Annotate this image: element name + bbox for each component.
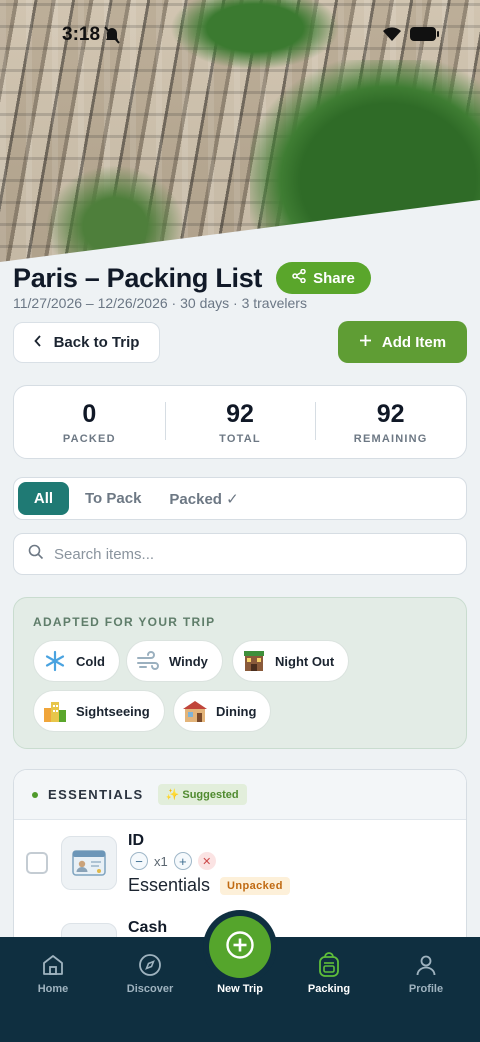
page-title: Paris – Packing List [13,262,263,293]
chip-windy[interactable]: Windy [126,640,223,682]
increment-button[interactable]: + [173,852,192,870]
nav-label: Packing [307,983,351,995]
nav-label: Discover [126,983,174,995]
search-box [13,533,467,575]
search-input[interactable] [54,545,434,563]
wind-icon [135,648,161,674]
stat-value: 0 [82,399,97,428]
stat-packed: 0 PACKED [14,400,165,445]
battery-icon [410,26,440,47]
wifi-icon [382,26,402,47]
nav-home[interactable]: Home [8,951,98,995]
stat-remaining: 92 REMAINING [315,400,466,445]
chip-label: Night Out [275,653,335,669]
back-to-trip-button[interactable]: Back to Trip [13,322,160,363]
nav-profile[interactable]: Profile [381,951,471,995]
snowflake-icon [42,648,68,674]
tab-packed[interactable]: Packed ✓ [157,482,250,516]
trip-subtitle: 11/27/2026 – 12/26/2026 · 30 days · 3 tr… [13,295,307,311]
nav-label: Profile [408,983,444,995]
chip-night-out[interactable]: Night Out [232,640,350,682]
city-icon [42,698,68,724]
chip-label: Dining [216,703,257,719]
add-label: Add Item [381,333,447,351]
tab-all[interactable]: All [18,482,69,515]
chip-cold[interactable]: Cold [33,640,120,682]
nav-packing[interactable]: Packing [284,951,374,995]
chevron-left-icon [33,334,42,351]
item-checkbox[interactable] [26,852,48,874]
share-button[interactable]: Share [276,262,371,294]
stat-value: 92 [226,399,254,428]
backpack-icon [284,951,374,979]
stats-card: 0 PACKED 92 TOTAL 92 REMAINING [13,385,467,459]
quantity-stepper: − x1 + ✕ [130,852,216,870]
decrement-button[interactable]: − [130,852,148,870]
chip-label: Cold [76,653,105,669]
plus-circle-icon [225,930,255,965]
item-name: Cash [128,919,168,936]
category-header[interactable]: ESSENTIALS ✨ Suggested [14,770,466,820]
stat-total: 92 TOTAL [164,399,316,445]
new-trip-label: New Trip [217,983,263,995]
item-category: Essentials [128,875,211,895]
mute-icon [104,26,120,49]
chip-label: Sightseeing [76,703,150,719]
nav-discover[interactable]: Discover [105,951,195,995]
list-item: ID − x1 + ✕ Essentials Unpacked [14,820,466,915]
plus-icon [359,334,372,351]
share-label: Share [313,269,355,287]
add-item-button[interactable]: Add Item [338,321,467,363]
category-dot [32,791,38,798]
stat-label: TOTAL [219,432,261,445]
delete-icon[interactable]: ✕ [197,852,216,870]
back-label: Back to Trip [53,334,140,351]
status-bar: 3:18 [0,22,480,50]
id-card-icon [61,836,117,890]
building-icon [241,648,267,674]
item-meta: Essentials Unpacked [128,875,290,896]
stat-label: PACKED [62,432,116,445]
quantity-value: x1 [154,853,168,869]
search-icon [28,544,44,565]
chip-sightseeing[interactable]: Sightseeing [33,690,165,732]
new-trip-fab-ring [203,910,277,984]
status-time: 3:18 [62,24,101,45]
nav-label: Home [37,983,69,995]
compass-icon [105,951,195,979]
restaurant-icon [182,698,208,724]
suggested-badge: ✨ Suggested [157,784,247,805]
status-badge: Unpacked [220,876,290,895]
category-name: ESSENTIALS [48,787,144,802]
tab-to-pack[interactable]: To Pack [73,482,153,515]
user-icon [381,951,471,979]
stat-value: 92 [376,399,405,428]
new-trip-button[interactable] [209,916,271,978]
adapted-title: ADAPTED FOR YOUR TRIP [33,615,216,629]
chip-dining[interactable]: Dining [173,690,272,732]
filter-tabs: All To Pack Packed ✓ [13,477,467,520]
adapted-panel: ADAPTED FOR YOUR TRIP Cold Windy Night O… [13,597,467,749]
home-icon [8,951,98,979]
item-name: ID [128,832,144,849]
share-icon [292,268,306,287]
stat-label: REMAINING [353,432,428,445]
chip-label: Windy [169,653,208,669]
